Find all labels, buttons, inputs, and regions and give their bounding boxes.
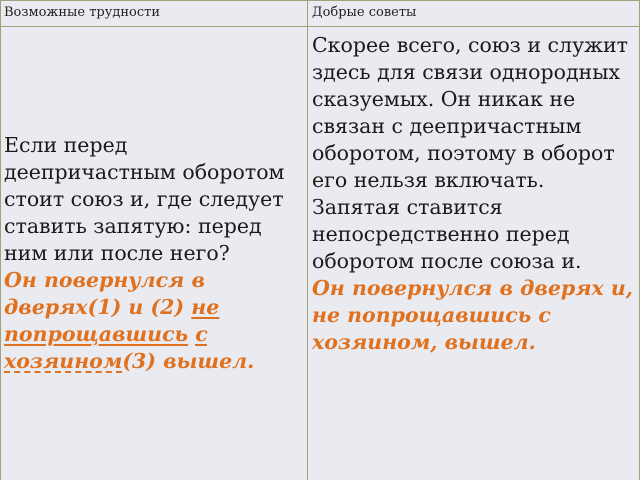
example-dependent-1: с xyxy=(195,322,208,346)
example-part1: Он повернулся в дверях(1) и (2) xyxy=(4,268,205,319)
difficulty-cell: Если перед деепричастным оборотом стоит … xyxy=(0,26,308,480)
table-border-top xyxy=(0,0,640,1)
difficulty-example: Он повернулся в дверях(1) и (2) не попро… xyxy=(4,268,254,373)
advice-cell: Скорее всего, союз и служит здесь для св… xyxy=(308,26,640,480)
advice-example: Он повернулся в дверях и, не попрощавшис… xyxy=(312,276,633,354)
example-part2: (3) вышел. xyxy=(122,349,255,373)
advice-text: Скорее всего, союз и служит здесь для св… xyxy=(312,33,628,273)
header-advice: Добрые советы xyxy=(312,5,417,20)
difficulty-question: Если перед деепричастным оборотом стоит … xyxy=(4,133,285,265)
advice-table: Возможные трудности Добрые советы Если п… xyxy=(0,0,640,480)
header-difficulties: Возможные трудности xyxy=(4,5,160,20)
example-dependent-2: хозяином xyxy=(4,349,123,373)
